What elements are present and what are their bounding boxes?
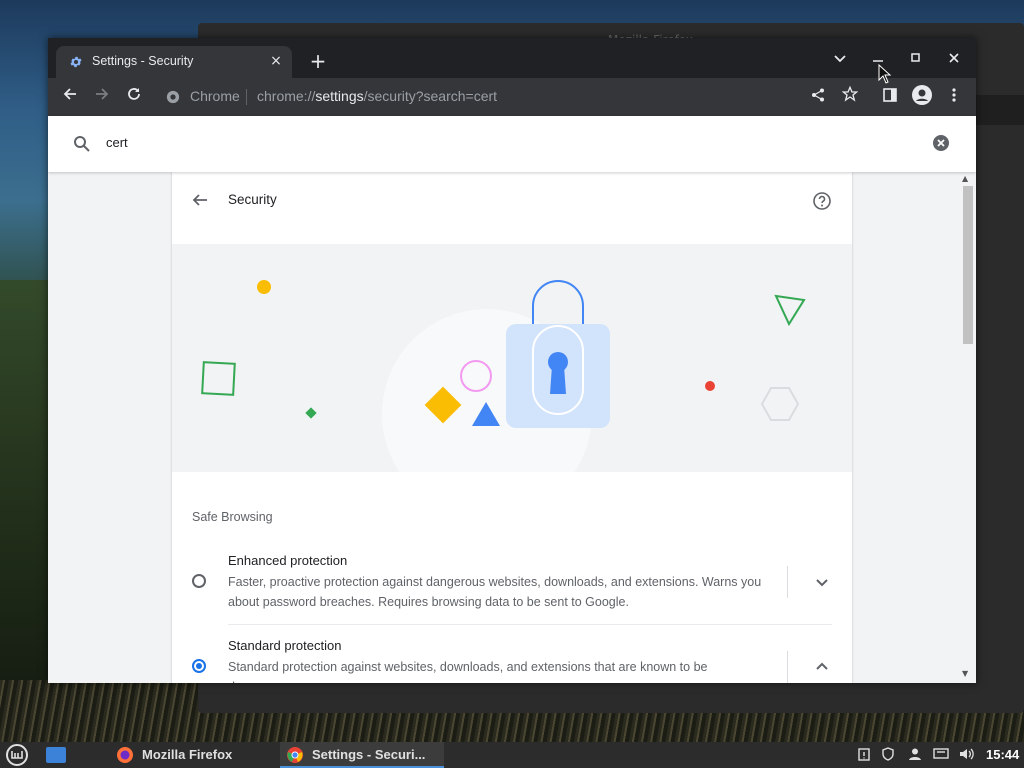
security-card: Security Safe Browsing Enhanced protecti…	[172, 172, 852, 683]
volume-tray-icon[interactable]	[959, 747, 975, 763]
chrome-site-icon	[166, 90, 180, 104]
standard-protection-description: Standard protection against websites, do…	[228, 660, 708, 683]
network-tray-icon[interactable]	[933, 747, 949, 763]
taskbar-item-label: Settings - Securi...	[312, 747, 426, 762]
mint-menu-icon[interactable]	[5, 743, 29, 767]
chrome-icon	[287, 747, 303, 763]
maximize-icon[interactable]	[904, 48, 928, 70]
shield-tray-icon[interactable]	[880, 747, 896, 763]
clear-search-icon[interactable]	[932, 134, 950, 152]
omnibox-divider	[246, 89, 247, 105]
illustration-shapes	[201, 280, 806, 472]
tab-settings-security[interactable]: Settings - Security ×	[56, 46, 292, 78]
forward-icon[interactable]	[90, 85, 114, 109]
taskbar-item-chrome[interactable]: Settings - Securi...	[280, 742, 444, 768]
enhanced-protection-description: Faster, proactive protection against dan…	[228, 575, 762, 609]
settings-search-bar: cert	[48, 116, 976, 172]
reload-icon[interactable]	[122, 85, 146, 109]
share-icon[interactable]	[806, 85, 830, 109]
scroll-down-arrow-icon[interactable]: ▼	[962, 669, 968, 678]
option-divider	[787, 651, 788, 683]
tab-close-icon[interactable]: ×	[268, 53, 284, 69]
taskbar-item-firefox[interactable]: Mozilla Firefox	[110, 742, 270, 768]
tab-title: Settings - Security	[92, 54, 194, 68]
section-title-safe-browsing: Safe Browsing	[192, 510, 273, 524]
enhanced-protection-radio[interactable]	[192, 574, 206, 588]
bookmark-star-icon[interactable]	[838, 85, 862, 109]
option-divider	[787, 566, 788, 598]
enhanced-protection-label: Enhanced protection	[228, 553, 348, 568]
settings-content: Security Safe Browsing Enhanced protecti…	[48, 172, 976, 683]
scrollbar-thumb[interactable]	[963, 186, 973, 344]
url-text: chrome://settings/security?search=cert	[257, 88, 498, 104]
search-icon	[74, 136, 90, 152]
close-window-icon[interactable]	[942, 48, 966, 70]
security-illustration	[172, 244, 852, 472]
collapse-chevron-up-icon[interactable]	[812, 657, 832, 677]
taskbar-item-label: Mozilla Firefox	[142, 747, 233, 762]
help-icon[interactable]	[812, 191, 832, 211]
back-arrow-icon[interactable]	[190, 190, 210, 210]
taskbar: Mozilla Firefox Settings - Securi... 15:…	[0, 742, 1024, 768]
browser-toolbar: Chrome chrome://settings/security?search…	[48, 78, 976, 116]
show-desktop-icon[interactable]	[46, 747, 66, 763]
user-tray-icon[interactable]	[907, 747, 923, 763]
firefox-icon	[117, 747, 133, 763]
settings-gear-icon	[70, 56, 82, 68]
standard-protection-label: Standard protection	[228, 638, 342, 653]
standard-protection-radio[interactable]	[192, 659, 206, 673]
scroll-up-arrow-icon[interactable]: ▲	[962, 174, 968, 183]
tab-search-icon[interactable]	[828, 48, 852, 70]
chrome-window: Settings - Security × + Chrome chrome://…	[48, 38, 976, 683]
kebab-menu-icon[interactable]	[942, 85, 966, 109]
clock[interactable]: 15:44	[986, 747, 1019, 762]
profile-avatar-icon[interactable]	[910, 85, 934, 109]
expand-chevron-down-icon[interactable]	[812, 572, 832, 592]
site-chip: Chrome	[190, 88, 240, 104]
back-icon[interactable]	[58, 85, 82, 109]
mouse-cursor-icon	[878, 64, 892, 84]
side-panel-icon[interactable]	[878, 85, 902, 109]
title-bar: Settings - Security × +	[48, 38, 976, 78]
address-bar[interactable]: Chrome chrome://settings/security?search…	[156, 83, 896, 111]
clipboard-tray-icon[interactable]	[856, 747, 872, 763]
new-tab-button[interactable]: +	[306, 50, 330, 74]
search-input[interactable]: cert	[106, 135, 128, 150]
option-separator	[228, 624, 832, 625]
page-title: Security	[228, 192, 277, 207]
